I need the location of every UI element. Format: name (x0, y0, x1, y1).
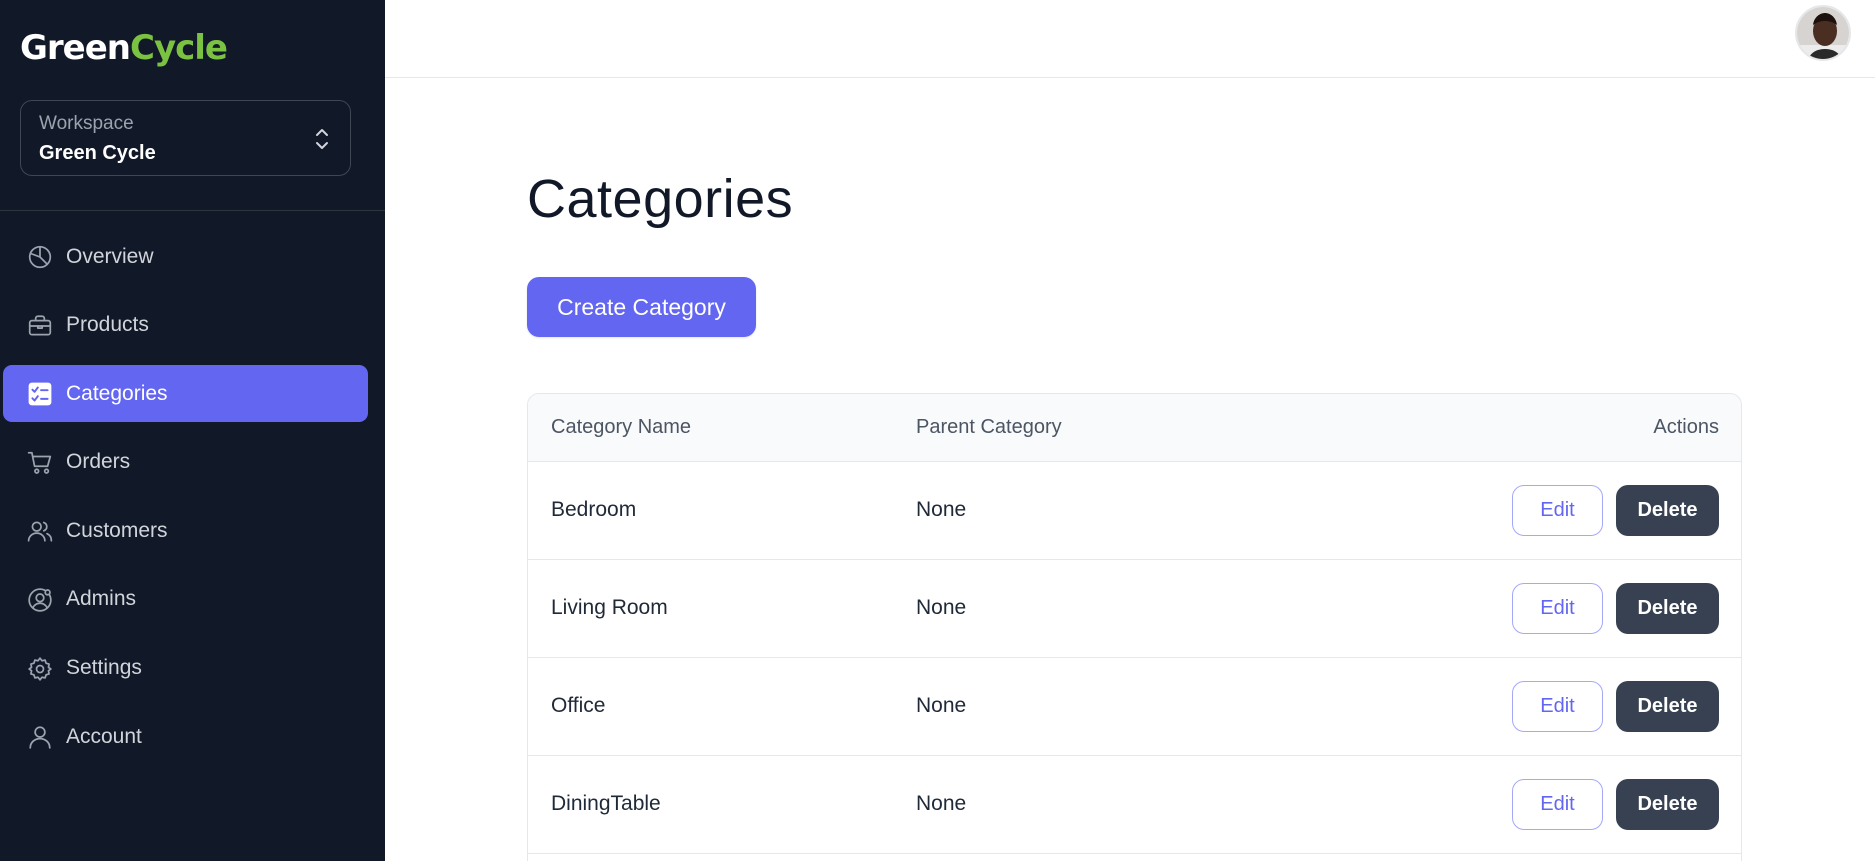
delete-button[interactable]: Delete (1616, 681, 1719, 732)
create-category-button[interactable]: Create Category (527, 277, 756, 337)
gear-icon (28, 656, 52, 681)
page-title: Categories (527, 169, 794, 229)
edit-button[interactable]: Edit (1512, 779, 1603, 830)
brand-logo-part1: Green (20, 28, 131, 68)
workspace-value: Green Cycle (39, 142, 156, 164)
user-gear-icon (28, 588, 52, 612)
table-header: Category Name Parent Category Actions (528, 394, 1741, 462)
sidebar-item-label: Orders (66, 450, 131, 474)
sidebar-item-label: Customers (66, 518, 168, 542)
sidebar-item-overview[interactable]: Overview (3, 228, 368, 285)
brand-logo-part2: Cycle (130, 28, 228, 68)
edit-button[interactable]: Edit (1512, 583, 1603, 634)
chevron-up-down-icon (316, 129, 328, 149)
top-bar (385, 0, 1875, 78)
column-header-actions: Actions (1653, 416, 1719, 438)
table-row: Bedroom None Edit Delete (528, 462, 1741, 560)
workspace-selector[interactable]: Workspace Green Cycle (20, 100, 351, 176)
sidebar-item-label: Settings (66, 656, 142, 680)
avatar-image (1797, 7, 1849, 59)
sidebar-item-label: Products (66, 313, 149, 337)
parent-category: None (916, 792, 967, 815)
pie-chart-icon (28, 245, 52, 269)
sidebar: GreenCycle Workspace Green Cycle Overvie… (0, 0, 385, 861)
category-name: Office (551, 694, 606, 717)
sidebar-item-orders[interactable]: Orders (3, 434, 368, 491)
column-header-category-name: Category Name (551, 416, 692, 438)
category-name: Living Room (551, 596, 668, 619)
edit-button[interactable]: Edit (1512, 681, 1603, 732)
table-row: Office None Edit Delete (528, 658, 1741, 756)
table-row: DiningTable None Edit Delete (528, 756, 1741, 854)
sidebar-item-label: Overview (66, 244, 154, 268)
sidebar-item-settings[interactable]: Settings (3, 640, 368, 697)
parent-category: None (916, 498, 967, 521)
sidebar-item-label: Categories (66, 381, 168, 405)
delete-button[interactable]: Delete (1616, 583, 1719, 634)
sidebar-item-customers[interactable]: Customers (3, 502, 368, 559)
parent-category: None (916, 694, 967, 717)
categories-table: Category Name Parent Category Actions Be… (527, 393, 1742, 861)
sidebar-item-label: Admins (66, 587, 137, 611)
category-name: Bedroom (551, 498, 637, 521)
sidebar-divider (0, 210, 385, 211)
sidebar-item-admins[interactable]: Admins (3, 571, 368, 628)
sidebar-item-account[interactable]: Account (3, 708, 368, 765)
category-name: DiningTable (551, 792, 661, 815)
shopping-cart-icon (27, 451, 52, 474)
edit-button[interactable]: Edit (1512, 485, 1603, 536)
workspace-label: Workspace (39, 113, 134, 134)
delete-button[interactable]: Delete (1616, 485, 1719, 536)
sidebar-item-products[interactable]: Products (3, 297, 368, 354)
delete-button[interactable]: Delete (1616, 779, 1719, 830)
column-header-parent-category: Parent Category (916, 416, 1062, 438)
users-icon (27, 521, 53, 542)
user-avatar[interactable] (1795, 5, 1851, 61)
checklist-icon (28, 382, 52, 406)
user-icon (29, 726, 51, 749)
sidebar-nav: Overview Products Categories Orders Cust… (3, 228, 368, 777)
sidebar-item-categories[interactable]: Categories (3, 365, 368, 423)
parent-category: None (916, 596, 967, 619)
brand-logo[interactable]: GreenCycle (20, 28, 228, 68)
table-row: Living Room None Edit Delete (528, 560, 1741, 658)
briefcase-icon (28, 314, 52, 336)
sidebar-item-label: Account (66, 724, 142, 748)
